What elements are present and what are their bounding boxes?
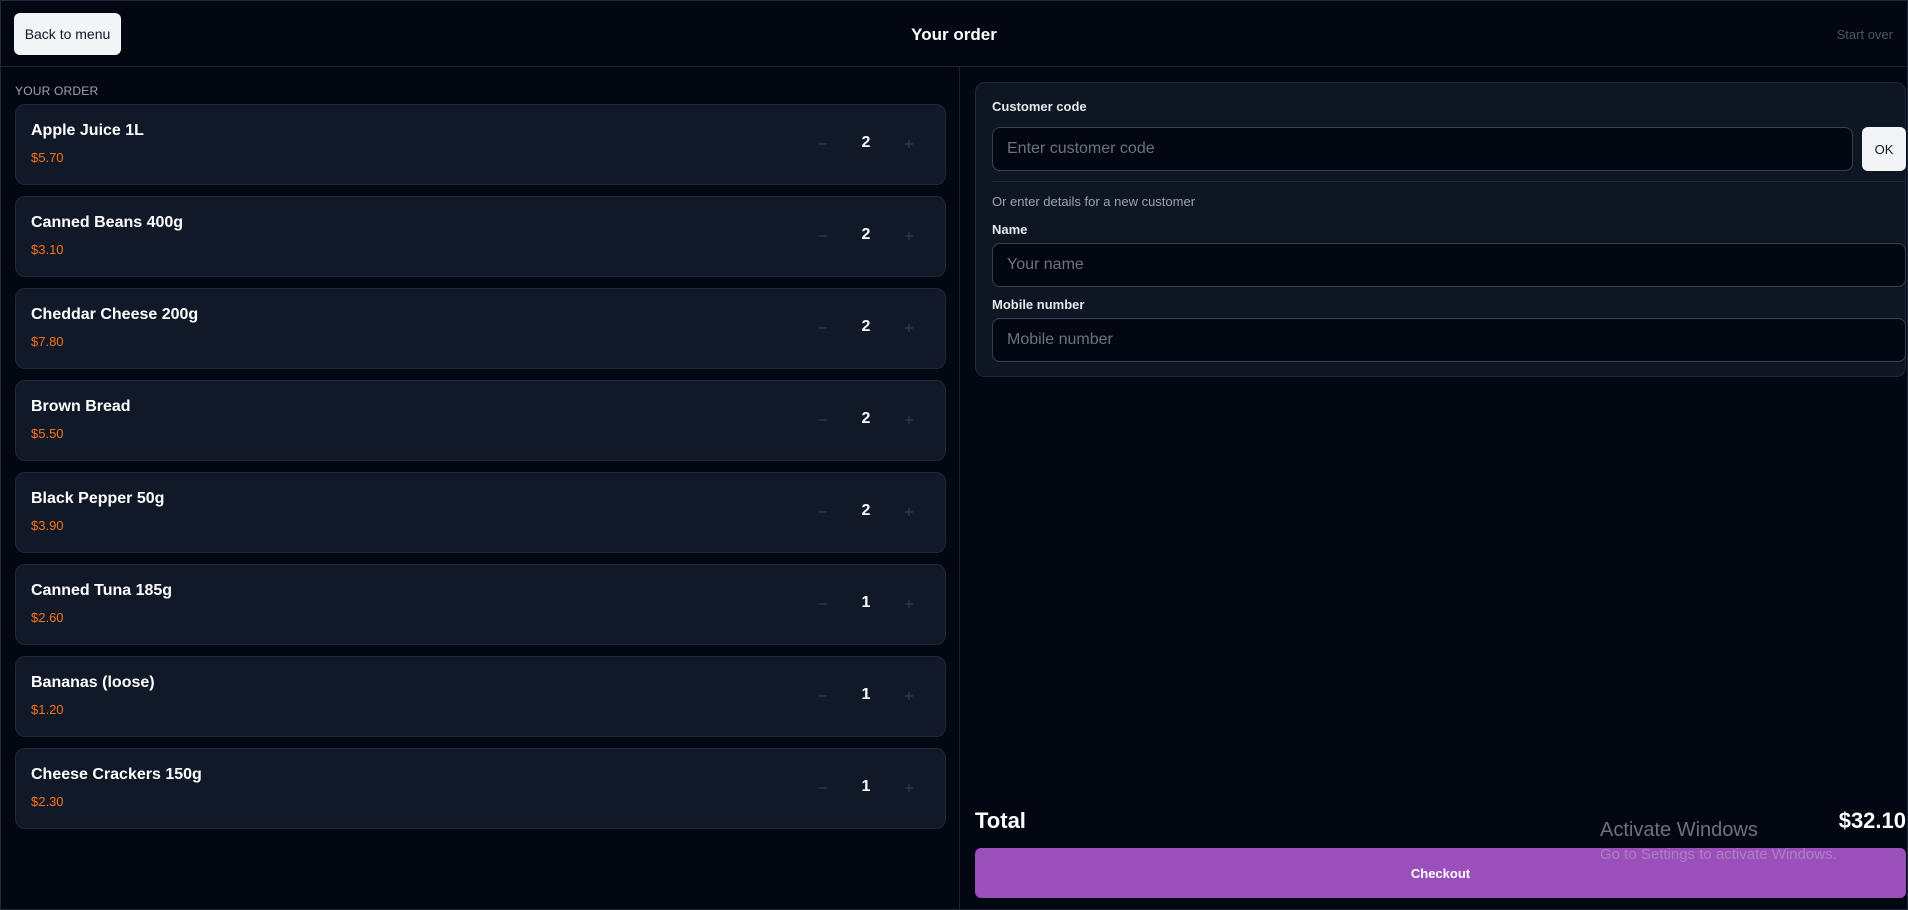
item-quantity: 1 (861, 686, 871, 703)
customer-code-input[interactable] (992, 127, 1853, 171)
item-quantity: 2 (861, 502, 871, 519)
item-name: Apple Juice 1L (31, 122, 144, 139)
divider (992, 181, 1906, 182)
decrease-quantity-button[interactable]: − (812, 685, 834, 707)
header-bar: Back to menu Your order Start over (1, 1, 1907, 67)
increase-quantity-button[interactable]: + (898, 593, 920, 615)
decrease-quantity-button[interactable]: − (812, 133, 834, 155)
item-price: $2.60 (31, 610, 64, 625)
mobile-label: Mobile number (992, 297, 1085, 312)
customer-code-ok-button[interactable]: OK (1862, 127, 1906, 171)
item-quantity: 1 (861, 778, 871, 795)
total-row: Total $32.10 (975, 808, 1906, 838)
item-quantity: 2 (861, 318, 871, 335)
item-quantity: 1 (861, 594, 871, 611)
order-item: Cheese Crackers 150g $2.30 − 1 + (15, 748, 946, 829)
start-over-link[interactable]: Start over (1837, 27, 1893, 42)
item-price: $1.20 (31, 702, 64, 717)
item-name: Canned Beans 400g (31, 214, 184, 231)
item-name: Black Pepper 50g (31, 490, 165, 507)
page-title: Your order (911, 25, 997, 44)
decrease-quantity-button[interactable]: − (812, 225, 834, 247)
order-item: Bananas (loose) $1.20 − 1 + (15, 656, 946, 737)
item-price: $5.50 (31, 426, 64, 441)
total-label: Total (975, 808, 1026, 833)
item-name: Cheese Crackers 150g (31, 766, 202, 783)
order-item: Canned Beans 400g $3.10 − 2 + (15, 196, 946, 277)
item-name: Bananas (loose) (31, 674, 155, 691)
decrease-quantity-button[interactable]: − (812, 593, 834, 615)
decrease-quantity-button[interactable]: − (812, 501, 834, 523)
decrease-quantity-button[interactable]: − (812, 409, 834, 431)
order-section-label: YOUR ORDER (15, 84, 99, 98)
increase-quantity-button[interactable]: + (898, 225, 920, 247)
name-input[interactable] (992, 243, 1906, 287)
customer-card: Customer code OK Or enter details for a … (975, 82, 1906, 377)
increase-quantity-button[interactable]: + (898, 685, 920, 707)
increase-quantity-button[interactable]: + (898, 409, 920, 431)
item-price: $2.30 (31, 794, 64, 809)
increase-quantity-button[interactable]: + (898, 777, 920, 799)
item-name: Brown Bread (31, 398, 131, 415)
item-quantity: 2 (861, 134, 871, 151)
item-quantity: 2 (861, 410, 871, 427)
order-item-list: Apple Juice 1L $5.70 − 2 + Canned Beans … (15, 104, 946, 840)
total-value: $32.10 (1838, 808, 1906, 833)
order-panel: YOUR ORDER Apple Juice 1L $5.70 − 2 + Ca… (1, 67, 960, 910)
increase-quantity-button[interactable]: + (898, 133, 920, 155)
item-name: Cheddar Cheese 200g (31, 306, 199, 323)
order-item: Black Pepper 50g $3.90 − 2 + (15, 472, 946, 553)
order-item: Apple Juice 1L $5.70 − 2 + (15, 104, 946, 185)
order-item: Cheddar Cheese 200g $7.80 − 2 + (15, 288, 946, 369)
item-price: $5.70 (31, 150, 64, 165)
name-label: Name (992, 222, 1028, 237)
order-item: Canned Tuna 185g $2.60 − 1 + (15, 564, 946, 645)
increase-quantity-button[interactable]: + (898, 501, 920, 523)
customer-code-label: Customer code (992, 99, 1087, 114)
checkout-button[interactable]: Checkout (975, 848, 1906, 898)
item-price: $7.80 (31, 334, 64, 349)
new-customer-hint: Or enter details for a new customer (992, 194, 1196, 209)
order-item: Brown Bread $5.50 − 2 + (15, 380, 946, 461)
mobile-input[interactable] (992, 318, 1906, 362)
item-quantity: 2 (861, 226, 871, 243)
decrease-quantity-button[interactable]: − (812, 317, 834, 339)
item-name: Canned Tuna 185g (31, 582, 173, 599)
decrease-quantity-button[interactable]: − (812, 777, 834, 799)
increase-quantity-button[interactable]: + (898, 317, 920, 339)
item-price: $3.90 (31, 518, 64, 533)
checkout-panel: Customer code OK Or enter details for a … (961, 67, 1908, 910)
order-app: Back to menu Your order Start over YOUR … (0, 0, 1908, 910)
item-price: $3.10 (31, 242, 64, 257)
